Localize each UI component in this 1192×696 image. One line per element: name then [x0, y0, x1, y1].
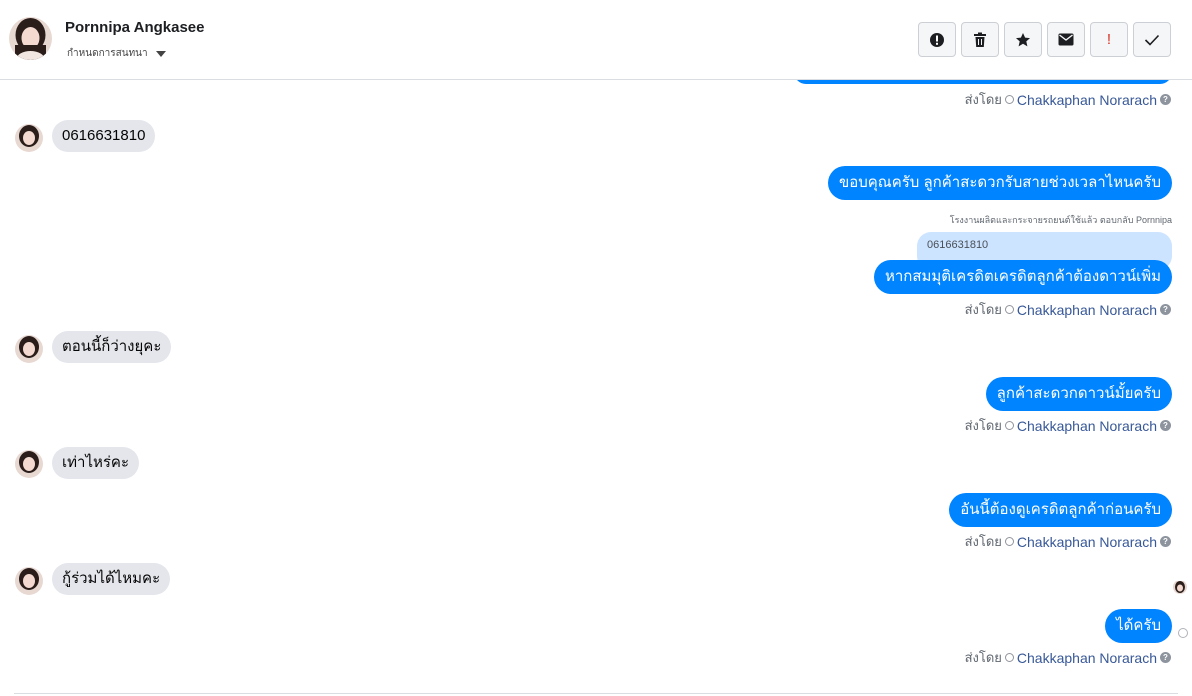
message-thread[interactable]: ส่งโดย Chakkaphan Norarach ? 0616631810 … [0, 80, 1192, 696]
check-icon [1144, 34, 1160, 46]
sent-by-label: ส่งโดย [964, 650, 1002, 665]
outgoing-message-bubble: ขอบคุณครับ ลูกค้าสะดวกรับสายช่วงเวลาไหนค… [827, 166, 1172, 200]
delivered-icon [1178, 628, 1188, 638]
outgoing-message-bubble: ลูกค้าสะดวกดาวน์มั้ยครับ [985, 377, 1172, 411]
contact-name: Pornnipa Angkasee [65, 19, 205, 36]
verified-icon [1004, 653, 1014, 662]
conversation-status-dropdown[interactable]: กำหนดการสนทนา [67, 46, 166, 61]
delete-button[interactable] [961, 22, 999, 57]
composer-divider [14, 693, 1178, 694]
contact-avatar-small [15, 567, 43, 595]
contact-avatar[interactable] [9, 17, 52, 60]
sent-by-label: ส่งโดย [964, 418, 1002, 433]
outgoing-message-bubble: อันนี้ต้องดูเครดิตลูกค้าก่อนครับ [949, 493, 1172, 527]
verified-icon [1004, 537, 1014, 546]
verified-icon [1004, 421, 1014, 430]
help-icon[interactable]: ? [1160, 652, 1171, 663]
verified-icon [1004, 95, 1014, 104]
sent-by-line: ส่งโดย Chakkaphan Norarach ? [965, 299, 1171, 320]
sent-by-label: ส่งโดย [964, 92, 1002, 107]
help-icon[interactable]: ? [1160, 420, 1171, 431]
help-icon[interactable]: ? [1160, 94, 1171, 105]
verified-icon [1004, 305, 1014, 314]
help-icon[interactable]: ? [1160, 536, 1171, 547]
star-button[interactable] [1004, 22, 1042, 57]
alert-circle-icon [930, 32, 944, 47]
mark-spam-button[interactable] [918, 22, 956, 57]
conversation-toolbar: ! [918, 22, 1171, 57]
agent-name-link[interactable]: Chakkaphan Norarach [1017, 92, 1157, 108]
important-button[interactable]: ! [1090, 22, 1128, 57]
help-icon[interactable]: ? [1160, 304, 1171, 315]
exclamation-icon: ! [1106, 31, 1112, 48]
incoming-message-bubble: ตอนนี้ก็ว่างยุคะ [52, 331, 172, 363]
sent-by-line: ส่งโดย Chakkaphan Norarach ? [965, 415, 1171, 436]
incoming-message-bubble: 0616631810 [52, 120, 156, 152]
agent-name-link[interactable]: Chakkaphan Norarach [1017, 418, 1157, 434]
agent-name-link[interactable]: Chakkaphan Norarach [1017, 534, 1157, 550]
caret-down-icon [155, 50, 166, 57]
mark-done-button[interactable] [1133, 22, 1171, 57]
contact-avatar-small [15, 124, 43, 152]
agent-name-link[interactable]: Chakkaphan Norarach [1017, 302, 1157, 318]
trash-icon [974, 32, 986, 47]
outgoing-message-bubble: ได้ครับ [1105, 609, 1172, 643]
outgoing-message-bubble: หากสมมุติเครดิตเครดิตลูกค้าต้องดาวน์เพิ่… [873, 260, 1172, 294]
sent-by-label: ส่งโดย [964, 534, 1002, 549]
sent-by-line: ส่งโดย Chakkaphan Norarach ? [965, 647, 1171, 668]
outgoing-message-bubble [794, 80, 1172, 84]
incoming-message-bubble: กู้ร่วมได้ไหมคะ [52, 563, 171, 595]
agent-name-link[interactable]: Chakkaphan Norarach [1017, 650, 1157, 666]
reply-context-note: โรงงานผลิตและกระจายรถยนต์ใช้แล้ว ตอบกลับ… [949, 215, 1172, 225]
sent-by-label: ส่งโดย [964, 302, 1002, 317]
conversation-status-label: กำหนดการสนทนา [67, 48, 148, 59]
seen-by-avatar [1173, 580, 1187, 594]
mark-unread-button[interactable] [1047, 22, 1085, 57]
star-icon [1016, 32, 1030, 46]
contact-avatar-small [15, 450, 43, 478]
sent-by-line: ส่งโดย Chakkaphan Norarach ? [965, 531, 1171, 552]
conversation-header: Pornnipa Angkasee กำหนดการสนทนา ! [0, 0, 1192, 80]
sent-by-line: ส่งโดย Chakkaphan Norarach ? [965, 89, 1171, 110]
envelope-icon [1058, 33, 1074, 46]
incoming-message-bubble: เท่าไหร่คะ [52, 447, 140, 479]
contact-avatar-small [15, 335, 43, 363]
